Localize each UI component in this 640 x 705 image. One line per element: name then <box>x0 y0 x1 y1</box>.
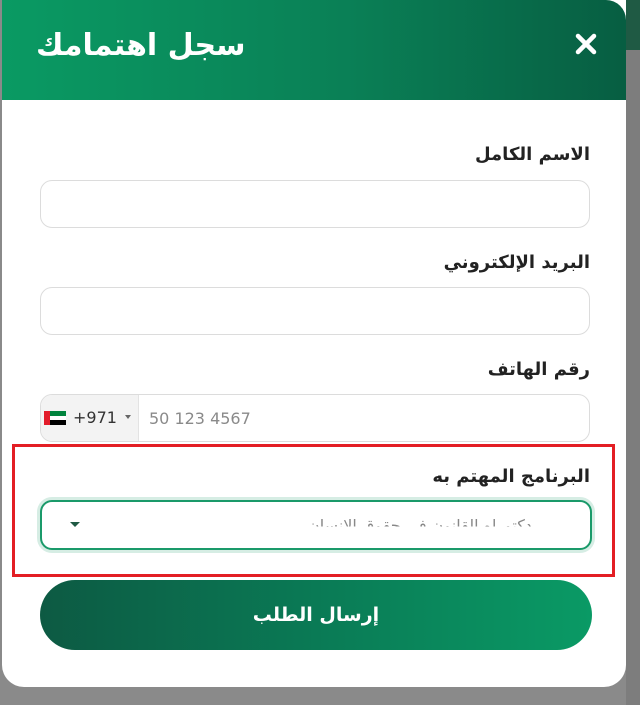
close-icon[interactable] <box>572 30 600 58</box>
dial-code: +971 <box>73 408 117 427</box>
full-name-input[interactable] <box>40 180 590 228</box>
phone-field: +971 <box>40 394 590 442</box>
country-code-dropdown[interactable]: +971 <box>41 395 139 441</box>
uae-flag-icon <box>44 411 66 426</box>
modal-title: سجل اهتمامك <box>36 28 246 63</box>
page-backdrop-header <box>626 0 640 50</box>
modal-header: سجل اهتمامك <box>2 0 626 100</box>
highlight-annotation-box <box>12 444 615 577</box>
full-name-label: الاسم الكامل <box>474 144 590 165</box>
email-input[interactable] <box>40 287 590 335</box>
submit-button[interactable]: إرسال الطلب <box>40 580 592 650</box>
email-label: البريد الإلكتروني <box>443 252 590 273</box>
chevron-down-icon <box>125 415 131 419</box>
phone-input[interactable] <box>139 395 589 441</box>
register-interest-modal: سجل اهتمامك الاسم الكامل البريد الإلكترو… <box>2 0 626 687</box>
phone-label: رقم الهاتف <box>487 359 590 380</box>
page-backdrop <box>626 0 640 705</box>
